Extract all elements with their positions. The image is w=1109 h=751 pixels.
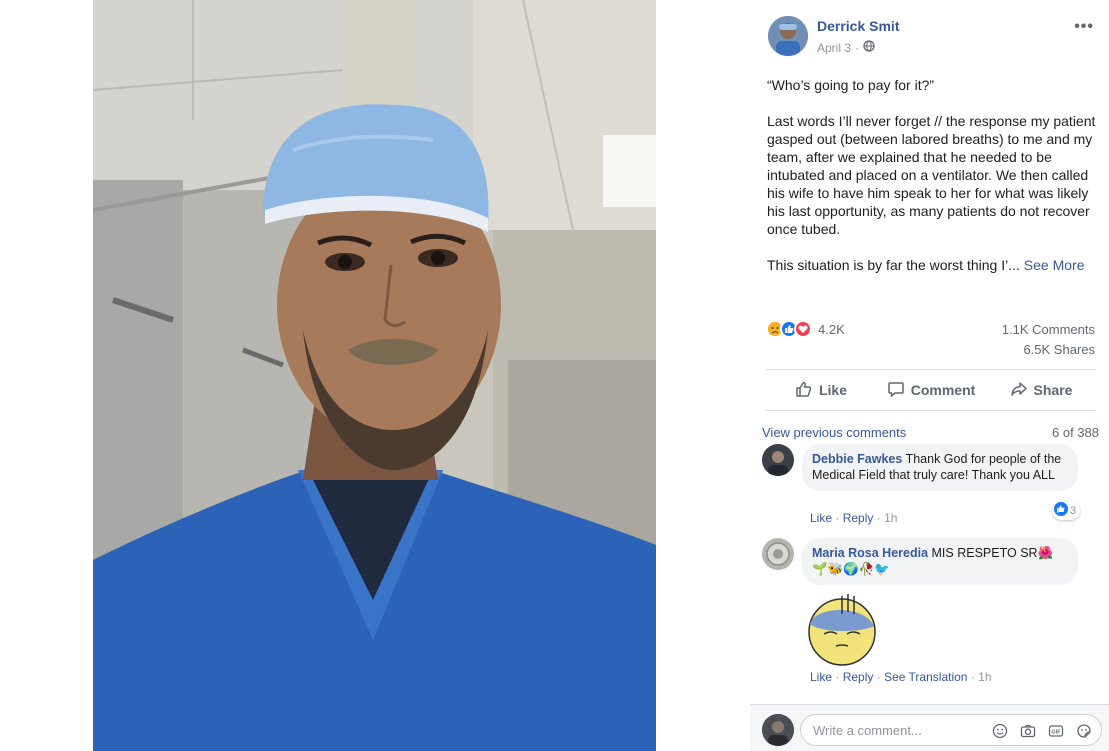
author-avatar[interactable] (768, 16, 808, 56)
author-name[interactable]: Derrick Smit (817, 18, 899, 34)
reaction-summary[interactable]: 4.2K (766, 318, 845, 340)
like-icon (1054, 502, 1068, 519)
meta-separator: · (855, 40, 860, 55)
post-photo[interactable] (93, 0, 656, 751)
share-arrow-icon (1010, 380, 1028, 401)
author-avatar-image (768, 16, 808, 56)
sad-face-sticker (804, 594, 880, 666)
dot-separator: · (835, 670, 843, 684)
comment-reply-link[interactable]: Reply (843, 511, 874, 525)
commenter-avatar[interactable] (762, 444, 794, 476)
comment-reaction-badge[interactable]: 3 (1052, 501, 1081, 520)
post-date[interactable]: April 3 (817, 41, 851, 55)
thumbs-up-icon (795, 380, 813, 401)
comment-reply-link[interactable]: Reply (843, 670, 874, 684)
comment-item: Maria Rosa Heredia MIS RESPETO SR🌺 🌱🐝🌍🥀🐦 (762, 538, 1102, 688)
speech-bubble-icon (887, 380, 905, 401)
svg-text:GIF: GIF (1051, 730, 1061, 736)
post-quote: “Who’s going to pay for it?” (767, 77, 935, 93)
share-button[interactable]: Share (986, 370, 1096, 410)
selfie-image (93, 0, 656, 751)
comment-label: Comment (910, 382, 976, 398)
dot-separator: · (876, 670, 885, 684)
post-detail-panel: Derrick Smit April 3 · ••• “Who’s going … (750, 0, 1109, 751)
post-preview: This situation is by far the worst thing… (767, 257, 1020, 273)
comment-page-indicator: 6 of 388 (1052, 425, 1099, 440)
like-button[interactable]: Like (766, 370, 876, 410)
post-action-bar: Like Comment Share (766, 369, 1096, 411)
globe-icon[interactable] (863, 40, 875, 55)
sticker-icon[interactable] (1075, 722, 1093, 740)
comment-bubble: Maria Rosa Heredia MIS RESPETO SR🌺 🌱🐝🌍🥀🐦 (802, 538, 1078, 585)
post-meta: April 3 · (817, 40, 875, 55)
comment-item: Debbie Fawkes Thank God for people of th… (762, 444, 1102, 530)
more-options-button[interactable]: ••• (1074, 18, 1094, 36)
comment-bubble: Debbie Fawkes Thank God for people of th… (802, 444, 1078, 491)
comment-time[interactable]: 1h (978, 670, 991, 684)
camera-icon[interactable] (1019, 722, 1037, 740)
comment-actions: Like · Reply · See Translation · 1h (810, 670, 992, 684)
comment-button[interactable]: Comment (876, 370, 986, 410)
view-previous-comments-link[interactable]: View previous comments (762, 425, 906, 440)
comment-composer: Write a comment... GIF (750, 704, 1109, 751)
composer-icons: GIF (991, 722, 1093, 740)
reaction-count: 4.2K (818, 321, 845, 337)
share-label: Share (1033, 382, 1073, 398)
like-label: Like (818, 382, 847, 398)
shares-count[interactable]: 6.5K Shares (1023, 342, 1095, 357)
comment-emojis: 🌱🐝🌍🥀🐦 (812, 562, 890, 576)
comment-text: MIS RESPETO SR🌺 (931, 546, 1054, 560)
see-more-link[interactable]: See More (1024, 257, 1085, 273)
commenter-avatar[interactable] (762, 538, 794, 570)
comment-reaction-count: 3 (1070, 504, 1077, 517)
post-header: Derrick Smit April 3 · ••• (768, 16, 1098, 60)
see-translation-link[interactable]: See Translation (884, 670, 967, 684)
dot-separator: · (876, 511, 885, 525)
post-body: Last words I’ll never forget // the resp… (767, 113, 1096, 237)
comment-like-link[interactable]: Like (810, 511, 832, 525)
dot-separator: · (835, 511, 843, 525)
commenter-name[interactable]: Debbie Fawkes (812, 452, 902, 466)
comment-time[interactable]: 1h (884, 511, 897, 525)
gif-icon[interactable]: GIF (1047, 722, 1065, 740)
love-icon (794, 320, 812, 338)
post-text: “Who’s going to pay for it?” Last words … (767, 76, 1097, 292)
comments-count[interactable]: 1.1K Comments (1002, 322, 1095, 337)
comment-actions: Like · Reply · 1h (810, 511, 897, 525)
post-preview-line: This situation is by far the worst thing… (767, 256, 1097, 274)
photo-viewer (0, 0, 750, 751)
current-user-avatar[interactable] (762, 714, 794, 746)
comment-like-link[interactable]: Like (810, 670, 832, 684)
commenter-name[interactable]: Maria Rosa Heredia (812, 546, 928, 560)
emoji-icon[interactable] (991, 722, 1009, 740)
